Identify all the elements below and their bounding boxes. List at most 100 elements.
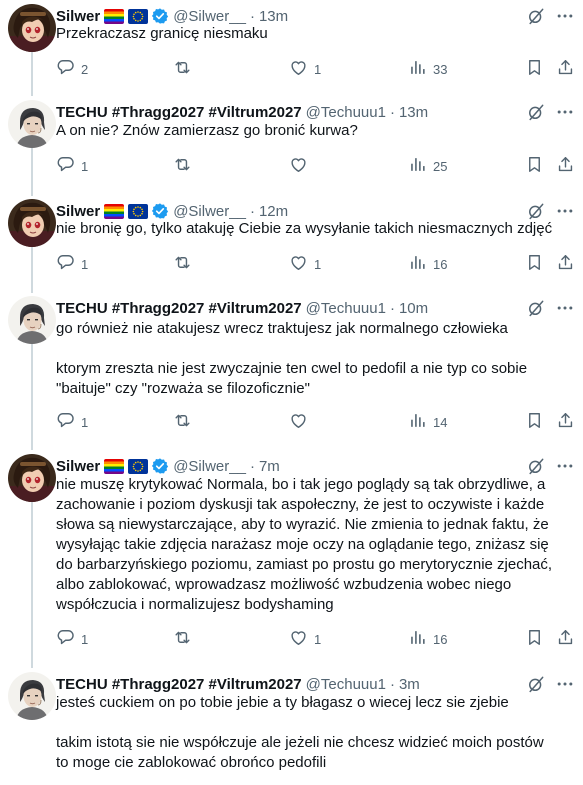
timestamp[interactable]: 13m: [259, 8, 288, 25]
bookmark-button[interactable]: [525, 253, 544, 275]
user-handle[interactable]: @Silwer__: [173, 8, 246, 25]
views-button[interactable]: 14: [408, 411, 447, 433]
bookmark-button[interactable]: [525, 628, 544, 650]
heart-icon: [289, 628, 308, 650]
like-button[interactable]: 1: [289, 628, 321, 650]
timestamp[interactable]: 10m: [399, 300, 428, 317]
tweet-text-line: go również nie atakujesz wrecz traktujes…: [56, 320, 508, 337]
thread-connector-line: [31, 344, 33, 450]
reply-count: 2: [81, 61, 89, 77]
bookmark-button[interactable]: [525, 58, 544, 80]
tweet-text-line: "baituje" czy "rozważa se filozoficznie": [56, 380, 310, 397]
display-name[interactable]: TECHU #Thragg2027 #Viltrum2027: [56, 676, 302, 693]
reply-button[interactable]: 1: [56, 411, 88, 433]
repost-button[interactable]: [173, 253, 198, 275]
like-button[interactable]: [289, 155, 314, 177]
avatar[interactable]: [8, 100, 56, 148]
grok-icon[interactable]: [526, 201, 546, 221]
views-icon: [408, 411, 427, 433]
tweet-text-line: [56, 713, 571, 733]
separator-dot: ·: [249, 457, 255, 475]
thread-connector-line: [31, 502, 33, 668]
more-icon[interactable]: [555, 298, 575, 318]
avatar[interactable]: [8, 296, 56, 344]
display-name[interactable]: TECHU #Thragg2027 #Viltrum2027: [56, 300, 302, 317]
bookmark-icon: [525, 155, 544, 177]
separator-dot: ·: [389, 675, 395, 693]
timestamp[interactable]: 3m: [399, 676, 420, 693]
repost-button[interactable]: [173, 58, 198, 80]
reply-button[interactable]: 2: [56, 58, 88, 80]
tweet-text-line: Przekraczasz granicę niesmaku: [56, 25, 268, 42]
verified-badge-icon: [151, 202, 169, 220]
avatar[interactable]: [8, 672, 56, 720]
reply-button[interactable]: 1: [56, 628, 88, 650]
view-count: 16: [433, 256, 448, 272]
tweet-text-line: nie muszę krytykować Normala, bo i tak j…: [56, 476, 546, 493]
tweet-text-line: [56, 339, 571, 359]
tweet-header: TECHU #Thragg2027 #Viltrum2027 @Techuuu1 ·…: [56, 296, 428, 320]
tweet-text-line: to moge cie zablokować obrońco pedofili: [56, 754, 327, 771]
tweet-actions: 1 25: [56, 155, 576, 177]
repost-button[interactable]: [173, 155, 198, 177]
timestamp[interactable]: 13m: [399, 104, 428, 121]
views-button[interactable]: 25: [408, 155, 447, 177]
view-count: 16: [433, 631, 448, 647]
user-handle[interactable]: @Silwer__: [173, 203, 246, 220]
more-icon[interactable]: [555, 456, 575, 476]
repost-button[interactable]: [173, 628, 198, 650]
share-button[interactable]: [556, 411, 575, 433]
grok-icon[interactable]: [526, 6, 546, 26]
grok-icon[interactable]: [526, 456, 546, 476]
display-name[interactable]: Silwer: [56, 458, 100, 475]
timestamp[interactable]: 12m: [259, 203, 288, 220]
user-handle[interactable]: @Silwer__: [173, 458, 246, 475]
repost-icon: [173, 155, 192, 177]
bookmark-icon: [525, 628, 544, 650]
grok-icon[interactable]: [526, 298, 546, 318]
like-count: 1: [314, 256, 322, 272]
more-icon[interactable]: [555, 6, 575, 26]
thread-connector-line: [31, 148, 33, 196]
avatar[interactable]: [8, 199, 56, 247]
more-icon[interactable]: [555, 201, 575, 221]
display-name[interactable]: Silwer: [56, 8, 100, 25]
more-icon[interactable]: [555, 674, 575, 694]
like-button[interactable]: [289, 411, 314, 433]
avatar[interactable]: [8, 4, 56, 52]
repost-button[interactable]: [173, 411, 198, 433]
display-name[interactable]: TECHU #Thragg2027 #Viltrum2027: [56, 104, 302, 121]
views-button[interactable]: 16: [408, 628, 447, 650]
timestamp[interactable]: 7m: [259, 458, 280, 475]
display-name[interactable]: Silwer: [56, 203, 100, 220]
tweet-text-line: A on nie? Znów zamierzasz go bronić kurw…: [56, 122, 358, 139]
bookmark-button[interactable]: [525, 411, 544, 433]
like-button[interactable]: 1: [289, 253, 321, 275]
views-icon: [408, 58, 427, 80]
more-icon[interactable]: [555, 102, 575, 122]
share-button[interactable]: [556, 628, 575, 650]
grok-icon[interactable]: [526, 674, 546, 694]
reply-icon: [56, 253, 75, 275]
heart-icon: [289, 58, 308, 80]
reply-count: 1: [81, 256, 89, 272]
reply-button[interactable]: 1: [56, 155, 88, 177]
heart-icon: [289, 411, 308, 433]
view-count: 25: [433, 158, 448, 174]
grok-icon[interactable]: [526, 102, 546, 122]
share-button[interactable]: [556, 155, 575, 177]
share-button[interactable]: [556, 253, 575, 275]
separator-dot: ·: [249, 202, 255, 220]
user-handle[interactable]: @Techuuu1: [306, 104, 386, 121]
user-handle[interactable]: @Techuuu1: [306, 676, 386, 693]
views-button[interactable]: 16: [408, 253, 447, 275]
thread-connector-line: [31, 52, 33, 96]
reply-button[interactable]: 1: [56, 253, 88, 275]
share-button[interactable]: [556, 58, 575, 80]
bookmark-button[interactable]: [525, 155, 544, 177]
like-button[interactable]: 1: [289, 58, 321, 80]
avatar[interactable]: [8, 454, 56, 502]
views-button[interactable]: 33: [408, 58, 447, 80]
views-icon: [408, 628, 427, 650]
user-handle[interactable]: @Techuuu1: [306, 300, 386, 317]
